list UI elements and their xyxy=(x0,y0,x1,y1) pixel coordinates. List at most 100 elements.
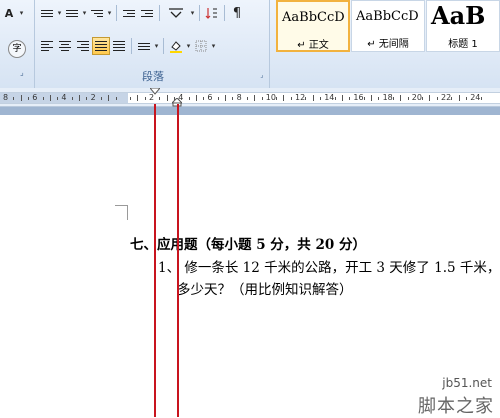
paragraph-dialog-launcher-icon[interactable]: ⌟ xyxy=(258,71,266,79)
ruler-tick xyxy=(371,95,372,101)
ruler-tick xyxy=(20,95,22,101)
style-heading-1[interactable]: AaB 标题 1 xyxy=(426,0,500,52)
style-name: ↵ 无间隔 xyxy=(367,39,409,50)
text-effect-button[interactable]: A xyxy=(0,4,18,22)
ruler-tick xyxy=(188,96,190,100)
ruler-tick xyxy=(290,96,292,100)
align-right-button[interactable] xyxy=(74,37,92,55)
style-name: 标题 1 xyxy=(448,39,478,50)
ruler-tick xyxy=(57,96,59,100)
ruler-number: 10 xyxy=(265,93,276,102)
chevron-down-icon[interactable]: ▾ xyxy=(81,9,88,17)
ruler-tick xyxy=(137,95,139,101)
ruler-tick xyxy=(392,96,394,100)
chinese-layout-icon xyxy=(169,8,183,18)
chevron-down-icon[interactable]: ▾ xyxy=(18,9,25,17)
ruler-tick xyxy=(422,96,424,100)
style-name: ↵ 正文 xyxy=(297,40,329,51)
ruler-number: 18 xyxy=(382,93,393,102)
ruler-tick xyxy=(451,96,453,100)
ribbon-row-top-left: A ▾ xyxy=(0,4,25,22)
annotation-line-first-indent xyxy=(154,104,156,417)
question-line: 1、 修一条长 12 千米的公路，开工 3 天修了 1.5 千米， xyxy=(158,260,500,276)
ruler-tick xyxy=(246,96,248,100)
question-line: 多少天？（用比例知识解答） xyxy=(177,282,353,298)
ruler-tick xyxy=(27,96,29,100)
distributed-icon xyxy=(113,41,125,51)
chevron-down-icon[interactable]: ▾ xyxy=(56,9,63,17)
ruler-number: 16 xyxy=(353,93,364,102)
paragraph-row-2: ▾ ▾ ▾ xyxy=(38,37,217,55)
ruler-number: 20 xyxy=(411,93,422,102)
line-spacing-icon xyxy=(138,42,150,50)
ruler-tick xyxy=(429,95,431,101)
first-line-indent-marker-icon[interactable] xyxy=(150,88,160,96)
phonetic-guide-button[interactable]: 字 xyxy=(8,40,26,58)
ruler-tick xyxy=(341,95,343,101)
ruler-number: 12 xyxy=(295,93,306,102)
ruler-tick xyxy=(217,96,219,100)
distributed-button[interactable] xyxy=(110,37,128,55)
paragraph-row-1: ▾ ▾ ▾ ▾ ¶ xyxy=(38,4,246,22)
increase-indent-icon xyxy=(141,9,153,17)
ruler-tick xyxy=(276,96,278,100)
document-page[interactable]: 七、应用题（每小题 5 分，共 20 分） 1、 修一条长 12 千米的公路，开… xyxy=(0,115,500,417)
ribbon: A ▾ 字 ⌟ ▾ ▾ ▾ ▾ ¶ ▾ ▾ ▾ 段落 ⌟ AaBbCcD ↵ 正… xyxy=(0,0,500,89)
numbering-icon xyxy=(66,9,78,17)
ruler-number: 8 xyxy=(3,93,9,102)
increase-indent-button[interactable] xyxy=(138,4,156,22)
multilevel-list-button[interactable] xyxy=(88,4,106,22)
font-dialog-launcher-icon[interactable]: ⌟ xyxy=(20,68,24,77)
ruler-tick xyxy=(86,96,88,100)
align-center-button[interactable] xyxy=(56,37,74,55)
horizontal-ruler[interactable]: 8 6 4 2 2 4 6 8 10 12 14 16 18 20 22 24 xyxy=(0,88,500,107)
chinese-layout-button[interactable] xyxy=(163,4,189,22)
ruler-tick xyxy=(108,95,110,101)
chevron-down-icon[interactable]: ▾ xyxy=(210,42,217,50)
justify-icon xyxy=(95,41,107,51)
line-spacing-button[interactable] xyxy=(135,37,153,55)
style-sample: AaB xyxy=(431,1,486,30)
watermark-name: 脚本之家 xyxy=(418,396,494,417)
toolbar-separator xyxy=(163,38,164,54)
sort-button[interactable] xyxy=(203,4,221,22)
ruler-number: 24 xyxy=(470,93,481,102)
section-heading: 七、应用题（每小题 5 分，共 20 分） xyxy=(130,237,366,253)
ruler-number: 6 xyxy=(207,93,213,102)
ruler-number: 14 xyxy=(324,93,335,102)
bullets-icon xyxy=(41,9,53,17)
decrease-indent-button[interactable] xyxy=(120,4,138,22)
watermark-site: jb51.net xyxy=(442,376,492,390)
shading-button[interactable] xyxy=(167,37,185,55)
group-separator xyxy=(34,0,35,88)
ruler-tick xyxy=(195,95,197,101)
style-sample: AaBbCcD xyxy=(356,9,419,24)
ruler-tick xyxy=(232,96,234,100)
align-left-icon xyxy=(41,41,53,51)
chevron-down-icon[interactable]: ▾ xyxy=(153,42,160,50)
ruler-tick xyxy=(312,95,314,101)
bullets-button[interactable] xyxy=(38,4,56,22)
chevron-down-icon[interactable]: ▾ xyxy=(189,9,196,17)
ruler-tick xyxy=(378,96,380,100)
justify-button[interactable] xyxy=(92,37,110,55)
style-sample: AaBbCcD xyxy=(282,10,345,25)
toolbar-separator xyxy=(224,5,225,21)
show-hide-marks-button[interactable]: ¶ xyxy=(228,4,246,22)
numbering-button[interactable] xyxy=(63,4,81,22)
align-left-button[interactable] xyxy=(38,37,56,55)
borders-button[interactable] xyxy=(192,37,210,55)
ruler-tick xyxy=(283,95,285,101)
style-normal[interactable]: AaBbCcD ↵ 正文 xyxy=(276,0,350,52)
ruler-number: 22 xyxy=(441,93,452,102)
ruler-tick xyxy=(261,96,263,100)
style-no-spacing[interactable]: AaBbCcD ↵ 无间隔 xyxy=(351,0,425,52)
ruler-tick xyxy=(465,96,467,100)
ruler-tick xyxy=(319,96,321,100)
chevron-down-icon[interactable]: ▾ xyxy=(106,9,113,17)
ruler-tick xyxy=(166,95,168,101)
annotation-line-hanging-indent xyxy=(177,104,179,417)
sort-icon xyxy=(205,8,217,19)
group-separator xyxy=(269,0,270,88)
chevron-down-icon[interactable]: ▾ xyxy=(185,42,192,50)
